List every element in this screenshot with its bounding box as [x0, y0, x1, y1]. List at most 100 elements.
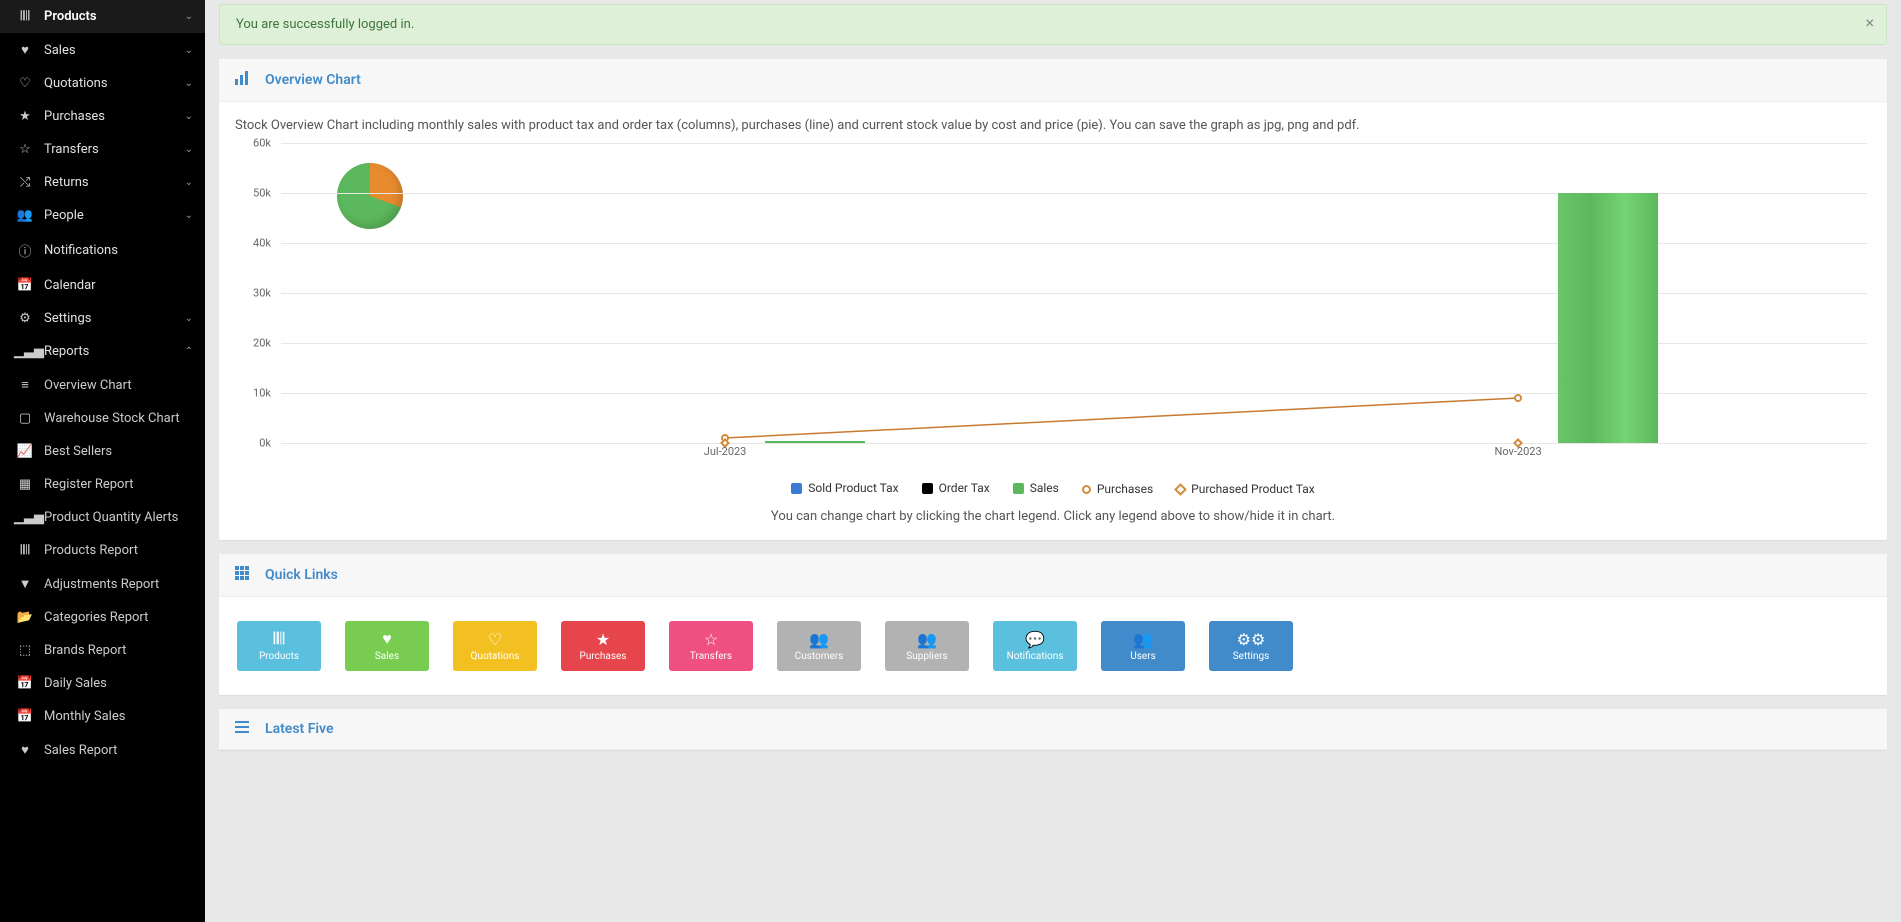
overview-chart[interactable]: 0k10k20k30k40k50k60k Jul-2023Nov-2023 — [235, 143, 1871, 473]
quicklink-products[interactable]: 𝄃𝄃𝄂 Products — [237, 621, 321, 671]
bar-chart-icon: ▁▃▅ — [14, 344, 36, 359]
chevron-down-icon: ⌄ — [185, 210, 193, 221]
quicklink-sales[interactable]: ♥Sales — [345, 621, 429, 671]
panel-title: Quick Links — [265, 567, 338, 583]
sidebar-item-label: Adjustments Report — [44, 577, 193, 592]
sidebar-item-label: Calendar — [44, 278, 193, 293]
panel-header: Overview Chart — [219, 59, 1887, 102]
gears-icon: ⚙⚙ — [1237, 630, 1266, 649]
sidebar-item-overview-chart[interactable]: ≡Overview Chart — [0, 368, 205, 402]
sidebar-item-categories-report[interactable]: 📂Categories Report — [0, 601, 205, 634]
sidebar-item-returns[interactable]: ⤭Returns⌄ — [0, 166, 205, 199]
quicklink-users[interactable]: 👥 Users — [1101, 621, 1185, 671]
sidebar-item-transfers[interactable]: ☆ Transfers⌄ — [0, 133, 205, 166]
alert-text: You are successfully logged in. — [236, 17, 414, 32]
sidebar-item-product-quantity-alerts[interactable]: ▁▃▅Product Quantity Alerts — [0, 501, 205, 534]
latest-five-panel: Latest Five — [219, 709, 1887, 750]
sidebar-item-label: Transfers — [44, 142, 185, 157]
quicklink-customers[interactable]: 👥 Customers — [777, 621, 861, 671]
cubes-icon: ⬚ — [14, 643, 36, 658]
sidebar-item-notifications[interactable]: ⓘNotifications — [0, 232, 205, 269]
panel-header: Latest Five — [219, 709, 1887, 750]
quicklink-transfers[interactable]: ☆Transfers — [669, 621, 753, 671]
filter-icon: ▼ — [14, 576, 36, 592]
star-o-icon: ☆ — [704, 630, 718, 649]
chevron-down-icon: ⌄ — [185, 78, 193, 89]
legend-order-tax[interactable]: Order Tax — [922, 481, 990, 495]
heart-icon: ♥ — [382, 629, 392, 649]
heart-o-icon: ♡ — [14, 76, 36, 91]
panel-title: Overview Chart — [265, 72, 361, 88]
sidebar-item-label: Sales — [44, 43, 185, 58]
legend-sold-product-tax[interactable]: Sold Product Tax — [791, 481, 898, 495]
sidebar-item-quotations[interactable]: ♡Quotations⌄ — [0, 67, 205, 100]
sidebar-item-label: Monthly Sales — [44, 709, 193, 724]
users-icon: 👥 — [917, 630, 937, 649]
sidebar-item-label: Settings — [44, 311, 185, 326]
quicklink-label: Suppliers — [906, 651, 947, 662]
sidebar-item-brands-report[interactable]: ⬚Brands Report — [0, 634, 205, 667]
close-icon[interactable]: × — [1865, 13, 1874, 32]
users-icon: 👥 — [1133, 630, 1153, 649]
bar-chart-icon: ▁▃▅ — [14, 510, 36, 525]
x-tick: Nov-2023 — [1495, 445, 1542, 458]
chart-description: Stock Overview Chart including monthly s… — [235, 118, 1871, 133]
sidebar-item-products[interactable]: 𝄃𝄃𝄂Products⌄ — [0, 0, 205, 33]
sidebar-item-calendar[interactable]: 📅Calendar — [0, 269, 205, 302]
sidebar-item-adjustments-report[interactable]: ▼ Adjustments Report — [0, 567, 205, 601]
overview-panel: Overview Chart Stock Overview Chart incl… — [219, 59, 1887, 540]
sidebar-item-best-sellers[interactable]: 📈 Best Sellers — [0, 435, 205, 468]
chevron-down-icon: ⌄ — [185, 11, 193, 22]
line-chart-icon: 📈 — [14, 444, 36, 459]
random-icon: ⤭ — [14, 175, 36, 190]
y-tick: 50k — [253, 187, 271, 200]
heart-icon: ♥ — [14, 742, 36, 758]
heart-icon: ♥ — [14, 42, 36, 58]
quicklink-suppliers[interactable]: 👥 Suppliers — [885, 621, 969, 671]
sidebar-item-daily-sales[interactable]: 📅Daily Sales — [0, 667, 205, 700]
x-tick: Jul-2023 — [704, 445, 747, 458]
th-icon: ▦ — [14, 477, 36, 492]
y-tick: 60k — [253, 137, 271, 150]
sidebar-item-label: Products Report — [44, 543, 193, 558]
sidebar-item-warehouse-stock-chart[interactable]: ▢Warehouse Stock Chart — [0, 402, 205, 435]
y-tick: 20k — [253, 337, 271, 350]
sidebar-item-reports[interactable]: ▁▃▅Reports⌃ — [0, 335, 205, 368]
y-tick: 40k — [253, 237, 271, 250]
sidebar-item-purchases[interactable]: ★Purchases⌄ — [0, 100, 205, 133]
sidebar-item-label: Best Sellers — [44, 444, 193, 459]
legend-purchases[interactable]: Purchases — [1082, 482, 1153, 496]
barcode-icon: 𝄃𝄃𝄂 — [274, 629, 285, 649]
sidebar: 𝄃𝄃𝄂Products⌄♥Sales⌄♡Quotations⌄★Purchase… — [0, 0, 205, 922]
sidebar-item-label: Returns — [44, 175, 185, 190]
folder-icon: 📂 — [14, 610, 36, 625]
legend-purchased-product-tax[interactable]: Purchased Product Tax — [1176, 482, 1315, 496]
sidebar-item-monthly-sales[interactable]: 📅Monthly Sales — [0, 700, 205, 733]
sidebar-item-register-report[interactable]: ▦Register Report — [0, 468, 205, 501]
barcode-icon: 𝄃𝄃𝄂 — [14, 9, 36, 24]
sidebar-item-sales[interactable]: ♥Sales⌄ — [0, 33, 205, 67]
panel-header: Quick Links — [219, 554, 1887, 597]
sidebar-item-label: People — [44, 208, 185, 223]
quicklink-label: Notifications — [1007, 651, 1064, 662]
star-o-icon: ☆ — [14, 142, 36, 157]
legend-sales[interactable]: Sales — [1013, 481, 1059, 495]
quicklink-label: Quotations — [471, 651, 520, 662]
chevron-down-icon: ⌄ — [185, 144, 193, 155]
quicklink-quotations[interactable]: ♡ Quotations — [453, 621, 537, 671]
star-icon: ★ — [14, 109, 36, 124]
quicklink-label: Customers — [795, 651, 844, 662]
sidebar-item-settings[interactable]: ⚙Settings⌄ — [0, 302, 205, 335]
quicklink-label: Users — [1130, 651, 1156, 662]
quicklink-notifications[interactable]: 💬Notifications — [993, 621, 1077, 671]
heart-o-icon: ♡ — [488, 630, 502, 649]
y-tick: 30k — [253, 287, 271, 300]
sidebar-item-sales-report[interactable]: ♥Sales Report — [0, 733, 205, 767]
quicklink-purchases[interactable]: ★Purchases — [561, 621, 645, 671]
y-tick: 10k — [253, 387, 271, 400]
sidebar-item-products-report[interactable]: 𝄃𝄃𝄂Products Report — [0, 534, 205, 567]
sidebar-item-people[interactable]: 👥People⌄ — [0, 199, 205, 232]
users-icon: 👥 — [809, 630, 829, 649]
quicklink-settings[interactable]: ⚙⚙Settings — [1209, 621, 1293, 671]
quicklink-label: Products — [259, 651, 299, 662]
